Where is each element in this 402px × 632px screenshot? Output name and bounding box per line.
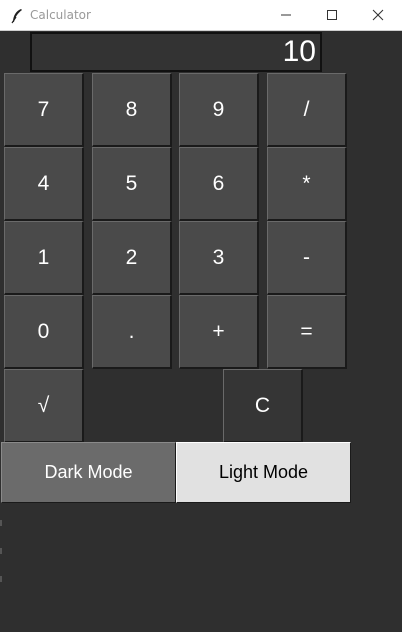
key-clear[interactable]: C xyxy=(223,369,303,443)
key-9[interactable]: 9 xyxy=(179,73,259,147)
close-icon xyxy=(372,9,384,21)
key-6[interactable]: 6 xyxy=(179,147,259,221)
key-0[interactable]: 0 xyxy=(4,295,84,369)
key-divide[interactable]: / xyxy=(267,73,347,147)
key-8[interactable]: 8 xyxy=(92,73,172,147)
key-subtract[interactable]: - xyxy=(267,221,347,295)
feather-icon xyxy=(10,8,24,24)
window-edge-mark xyxy=(0,548,2,554)
dark-mode-button[interactable]: Dark Mode xyxy=(1,442,176,503)
key-decimal[interactable]: . xyxy=(92,295,172,369)
maximize-icon xyxy=(326,9,338,21)
key-1[interactable]: 1 xyxy=(4,221,84,295)
window-edge-mark xyxy=(0,576,2,582)
display-field[interactable]: 10 xyxy=(30,32,322,72)
key-2[interactable]: 2 xyxy=(92,221,172,295)
title-bar: Calculator xyxy=(0,0,402,31)
key-equals[interactable]: = xyxy=(267,295,347,369)
key-4[interactable]: 4 xyxy=(4,147,84,221)
key-5[interactable]: 5 xyxy=(92,147,172,221)
key-sqrt[interactable]: √ xyxy=(4,369,84,443)
window-edge-mark xyxy=(0,520,2,526)
minimize-button[interactable] xyxy=(264,0,308,30)
maximize-button[interactable] xyxy=(310,0,354,30)
window-title: Calculator xyxy=(30,8,91,22)
close-button[interactable] xyxy=(356,0,400,30)
minimize-icon xyxy=(280,9,292,21)
key-add[interactable]: + xyxy=(179,295,259,369)
key-3[interactable]: 3 xyxy=(179,221,259,295)
key-multiply[interactable]: * xyxy=(267,147,347,221)
key-7[interactable]: 7 xyxy=(4,73,84,147)
light-mode-button[interactable]: Light Mode xyxy=(176,442,351,503)
